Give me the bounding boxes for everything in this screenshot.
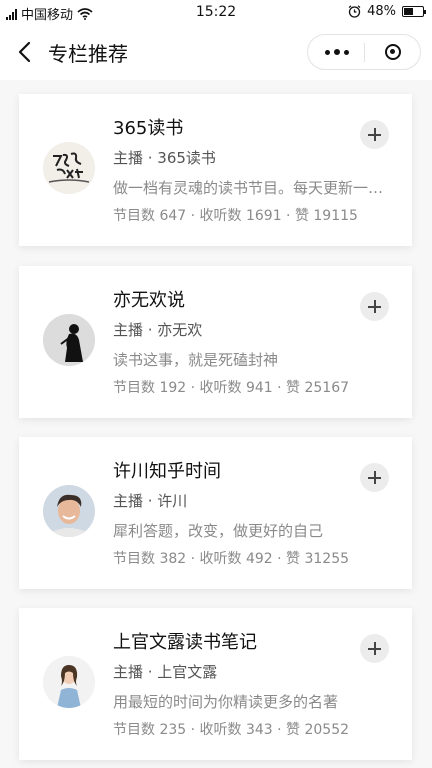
subscribe-button[interactable] — [360, 634, 389, 663]
column-card[interactable]: 许川知乎时间 主播 · 许川 犀利答题，改变，做更好的自己 节目数 382 · … — [19, 437, 412, 589]
more-button[interactable] — [308, 35, 365, 69]
column-description: 用最短的时间为你精读更多的名著 — [113, 693, 339, 711]
column-card[interactable]: 365读书 主播 · 365读书 做一档有灵魂的读书节目。每天更新一期，分享好书… — [19, 94, 412, 246]
navigation-bar: 专栏推荐 — [0, 24, 432, 80]
chevron-left-icon — [18, 41, 31, 63]
column-title: 亦无欢说 — [113, 290, 185, 311]
battery-percent: 48% — [367, 4, 396, 19]
man-portrait-avatar — [43, 485, 95, 537]
column-stats: 节目数 647 · 收听数 1691 · 赞 19115 — [113, 208, 358, 224]
column-title: 许川知乎时间 — [113, 461, 221, 482]
silhouette-avatar — [43, 314, 95, 366]
column-description: 读书这事，就是死磕封神 — [113, 351, 279, 369]
column-card[interactable]: 亦无欢说 主播 · 亦无欢 读书这事，就是死磕封神 节目数 192 · 收听数 … — [19, 266, 412, 418]
column-stats: 节目数 192 · 收听数 941 · 赞 25167 — [113, 380, 350, 396]
column-title: 上官文露读书笔记 — [113, 632, 257, 653]
back-button[interactable] — [14, 38, 38, 66]
column-description: 做一档有灵魂的读书节目。每天更新一期，分享好书。 — [113, 179, 393, 197]
status-bar: 中国移动 15:22 48% — [0, 0, 432, 24]
subscribe-button[interactable] — [360, 292, 389, 321]
column-host: 主播 · 365读书 — [113, 149, 216, 167]
subscribe-button[interactable] — [360, 120, 389, 149]
column-title: 365读书 — [113, 118, 184, 139]
miniprogram-close-icon — [385, 44, 401, 60]
column-stats: 节目数 235 · 收听数 343 · 赞 20552 — [113, 722, 350, 738]
page-title: 专栏推荐 — [48, 42, 128, 66]
more-dots-icon — [324, 49, 349, 55]
column-host: 主播 · 上官文露 — [113, 663, 218, 681]
battery-icon — [402, 6, 426, 17]
close-miniprogram-button[interactable] — [365, 35, 421, 69]
column-description: 犀利答题，改变，做更好的自己 — [113, 522, 324, 540]
subscribe-button[interactable] — [360, 463, 389, 492]
column-stats: 节目数 382 · 收听数 492 · 赞 31255 — [113, 551, 350, 567]
calligraphy-logo-avatar — [43, 142, 95, 194]
woman-portrait-avatar — [43, 656, 95, 708]
capsule-menu — [307, 34, 421, 70]
column-card[interactable]: 上官文露读书笔记 主播 · 上官文露 用最短的时间为你精读更多的名著 节目数 2… — [19, 608, 412, 760]
column-host: 主播 · 许川 — [113, 492, 188, 510]
column-host: 主播 · 亦无欢 — [113, 321, 203, 339]
alarm-icon — [348, 5, 361, 18]
